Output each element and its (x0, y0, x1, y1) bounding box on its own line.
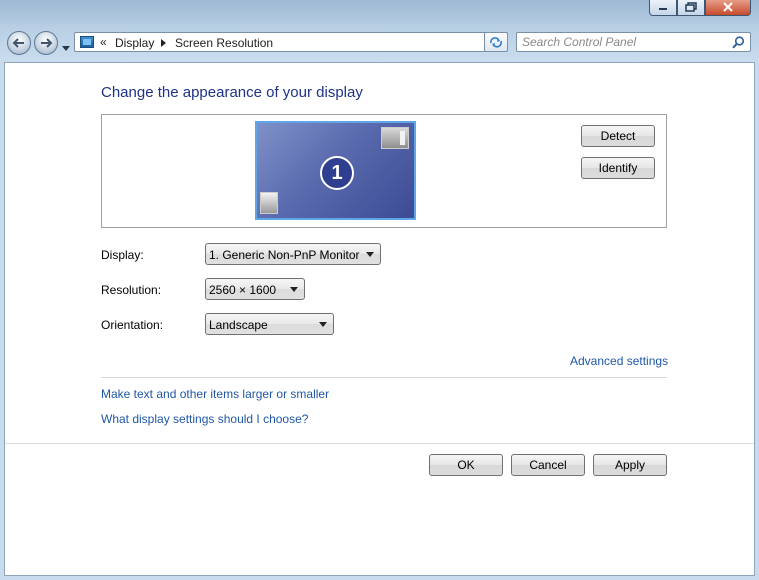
control-panel-window: « Display Screen Resolution Change the a… (0, 0, 759, 580)
display-select[interactable]: 1. Generic Non-PnP Monitor (205, 243, 381, 265)
restore-icon (685, 2, 697, 12)
detect-button[interactable]: Detect (581, 125, 655, 147)
gadget-thumbnail-icon (260, 192, 278, 214)
monitor-1[interactable]: 1 (255, 121, 416, 220)
breadcrumb-overflow[interactable]: « (100, 35, 107, 49)
caption-buttons (649, 0, 751, 16)
forward-arrow-icon (41, 38, 53, 48)
display-label: Display: (101, 248, 144, 262)
refresh-icon (490, 37, 503, 48)
forward-button[interactable] (34, 31, 58, 55)
orientation-select-value: Landscape (209, 318, 268, 332)
apply-button[interactable]: Apply (593, 454, 667, 476)
resolution-select[interactable]: 2560 × 1600 (205, 278, 305, 300)
minimize-icon (659, 8, 667, 10)
identify-button[interactable]: Identify (581, 157, 655, 179)
minimize-button[interactable] (649, 0, 677, 16)
back-button[interactable] (7, 31, 31, 55)
monitor-arrangement-area: 1 Detect Identify (101, 114, 667, 228)
breadcrumb-screen-resolution[interactable]: Screen Resolution (175, 36, 273, 50)
search-input[interactable] (522, 34, 722, 50)
chevron-down-icon (290, 287, 298, 292)
breadcrumb-arrow-icon[interactable] (161, 39, 166, 47)
close-icon (723, 2, 733, 12)
screen-resolution-panel: Change the appearance of your display 1 … (4, 62, 755, 576)
monitor-number-badge: 1 (320, 156, 354, 190)
orientation-label: Orientation: (101, 318, 164, 332)
window-thumbnail-icon (381, 127, 409, 149)
advanced-settings-link[interactable]: Advanced settings (570, 354, 668, 368)
cancel-button[interactable]: Cancel (511, 454, 585, 476)
address-bar[interactable]: « Display Screen Resolution (74, 32, 508, 52)
ok-button[interactable]: OK (429, 454, 503, 476)
navigation-bar: « Display Screen Resolution (0, 28, 759, 58)
page-title: Change the appearance of your display (101, 84, 363, 101)
back-arrow-icon (12, 38, 24, 48)
chevron-down-icon (62, 46, 70, 51)
chevron-down-icon (366, 252, 374, 257)
control-panel-icon (80, 36, 94, 48)
close-button[interactable] (705, 0, 751, 16)
search-icon[interactable] (732, 36, 745, 49)
display-settings-help-link[interactable]: What display settings should I choose? (101, 412, 308, 426)
text-size-link[interactable]: Make text and other items larger or smal… (101, 387, 329, 401)
breadcrumb-display[interactable]: Display (115, 36, 154, 50)
search-box[interactable] (516, 32, 751, 52)
divider (101, 377, 667, 378)
resolution-select-value: 2560 × 1600 (209, 283, 277, 297)
footer-divider (5, 443, 754, 444)
chevron-down-icon (319, 322, 327, 327)
restore-button[interactable] (677, 0, 705, 16)
display-select-value: 1. Generic Non-PnP Monitor (209, 248, 360, 262)
resolution-label: Resolution: (101, 283, 162, 297)
recent-pages-dropdown[interactable] (62, 41, 70, 55)
orientation-select[interactable]: Landscape (205, 313, 334, 335)
refresh-button[interactable] (484, 32, 508, 52)
